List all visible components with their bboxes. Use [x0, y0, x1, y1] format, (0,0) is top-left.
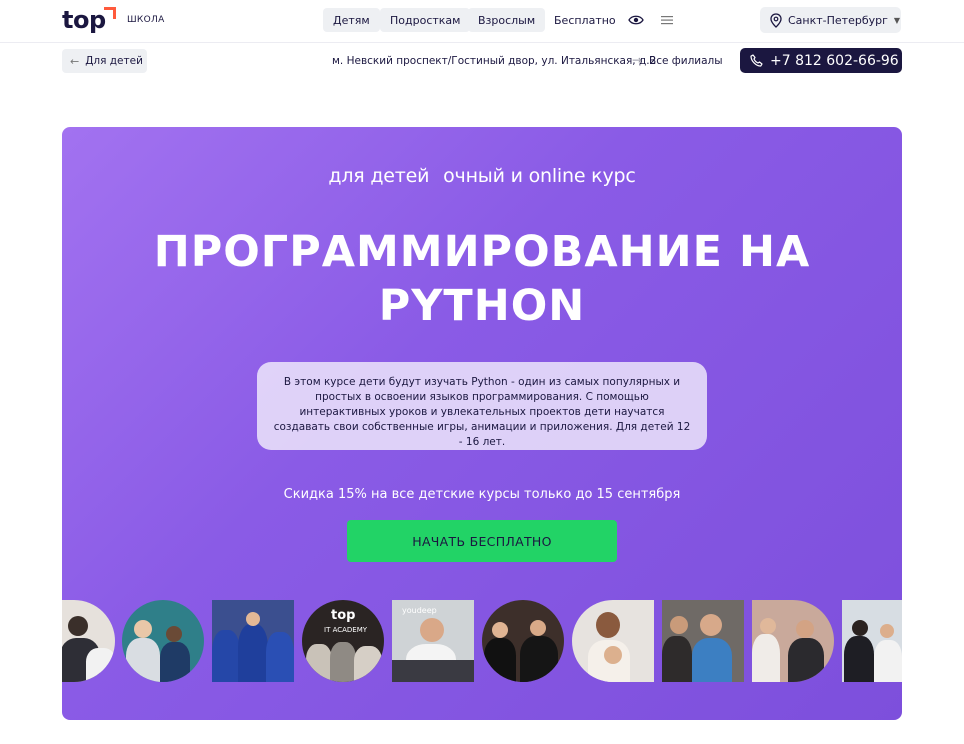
phone-icon — [750, 54, 763, 67]
location-pin-icon — [770, 12, 782, 28]
branch-address: м. Невский проспект/Гостиный двор, ул. И… — [332, 55, 657, 67]
tag-format: очный и online курс — [443, 165, 636, 187]
course-tags: для детей очный и online курс — [62, 165, 902, 187]
phone-button[interactable]: +7 812 602-66-96 — [740, 48, 902, 73]
logo-corner-mark — [104, 7, 116, 19]
logo-subtitle: ШКОЛА — [127, 15, 165, 25]
photo-students-2 — [122, 600, 204, 682]
nav-free[interactable]: Бесплатно — [544, 8, 626, 32]
course-title-line2: PYTHON — [378, 281, 586, 331]
photo-students-1 — [62, 600, 115, 682]
course-title: ПРОГРАММИРОВАНИЕ НА PYTHON — [62, 225, 902, 333]
photo-graduates-2 — [482, 600, 564, 682]
site-header: top ШКОЛА Детям Подросткам Взрослым Бесп… — [0, 0, 964, 43]
all-branches-link[interactable]: Все филиалы — [649, 55, 723, 67]
arrow-left-icon: ← — [70, 54, 80, 68]
photo-sign-top: top — [331, 608, 356, 623]
photo-boys — [662, 600, 744, 682]
photo-sign-youtube: youdeep — [402, 606, 437, 615]
start-free-button[interactable]: НАЧАТЬ БЕСПЛАТНО — [347, 520, 617, 562]
city-name: Санкт-Петербург — [788, 13, 888, 27]
photo-girl-smiling — [572, 600, 654, 682]
photo-teens — [752, 600, 834, 682]
logo[interactable]: top — [62, 5, 116, 35]
photo-classroom-sign: top IT ACADEMY — [302, 600, 384, 682]
arrow-right-icon: → — [632, 53, 643, 67]
eye-icon[interactable] — [626, 10, 646, 30]
logo-word: top — [62, 6, 106, 34]
city-selector[interactable]: Санкт-Петербург ▼ — [760, 7, 901, 33]
nav-adults[interactable]: Взрослым — [468, 8, 546, 32]
photo-graduates-1 — [212, 600, 294, 682]
phone-number: +7 812 602-66-96 — [770, 52, 899, 69]
photo-students-3 — [842, 600, 902, 682]
chevron-down-icon: ▼ — [893, 15, 901, 25]
nav-kids[interactable]: Детям — [323, 8, 380, 32]
promo-text: Скидка 15% на все детские курсы только д… — [283, 487, 681, 502]
tag-audience: для детей — [328, 165, 430, 187]
back-button[interactable]: ← Для детей — [62, 49, 147, 73]
photo-student-laptop: youdeep — [392, 600, 474, 682]
photo-sign-academy: IT ACADEMY — [324, 626, 368, 634]
nav-teens[interactable]: Подросткам — [380, 8, 471, 32]
back-label: Для детей — [85, 55, 143, 67]
menu-icon[interactable] — [657, 10, 677, 30]
course-title-line1: ПРОГРАММИРОВАНИЕ НА — [153, 227, 811, 277]
course-description: В этом курсе дети будут изучать Python -… — [257, 362, 707, 450]
hero-banner: для детей очный и online курс ПРОГРАММИР… — [62, 127, 902, 720]
photo-strip: top IT ACADEMY youdeep — [62, 600, 902, 682]
